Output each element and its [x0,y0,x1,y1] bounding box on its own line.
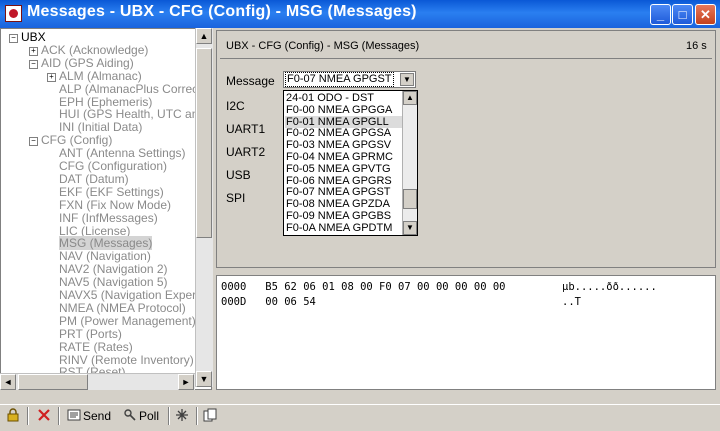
close-button[interactable]: ✕ [695,4,716,25]
dropdown-option[interactable]: F0-00 NMEA GPGGA [285,104,402,116]
delete-icon[interactable] [37,407,53,425]
tree-item-label: DAT (Datum) [59,171,129,186]
dropdown-scroll-thumb[interactable] [403,189,417,209]
app-icon [5,5,22,22]
hex-bytes: B5 62 06 01 08 00 F0 07 00 00 00 00 00 [265,281,506,293]
expand-icon[interactable]: + [47,72,56,82]
dropdown-scrollbar[interactable]: ▲ ▼ [402,91,417,235]
hex-bytes: 00 06 54 [265,296,316,308]
tree-item-label: HUI (GPS Health, UTC and [59,107,206,122]
tree-item-label: NAVX5 (Navigation Exper [59,288,197,302]
maximize-button[interactable]: □ [672,4,693,25]
scroll-up-icon[interactable]: ▲ [196,28,212,44]
panel-header-time: 16 s [686,40,707,52]
message-tree[interactable]: − UBX + ACK (Acknowledge) − AID (GPS Aiding) +… [0,28,212,390]
hex-address: 000D [221,296,247,308]
toolbar-separator [196,407,198,425]
dropdown-scroll-up-icon[interactable]: ▲ [403,91,417,105]
hscroll-thumb[interactable] [18,374,88,390]
dropdown-option[interactable]: F0-03 NMEA GPGSV [285,139,402,151]
hex-ascii: ..T [562,296,581,308]
hex-line: 000D 00 06 54 [221,296,316,308]
tree-item-label: MSG (Messages) [59,236,153,251]
tree-item-label: INF (InfMessages) [59,210,158,225]
window-title: Messages - UBX - CFG (Config) - MSG (Mes… [27,3,417,20]
port-label-uart1: UART1 [226,122,266,136]
tree-item-label: EKF (EKF Settings) [59,184,164,199]
tree-item-label: RINV (Remote Inventory) [59,352,194,367]
scroll-left-icon[interactable]: ◄ [0,374,16,390]
tree-item-label: CFG (Configuration) [59,159,168,173]
tree-item-label: CFG (Config) [41,133,113,148]
tree-item-label: ALM (Almanac) [59,68,142,83]
toolbar-separator [58,407,60,425]
message-select[interactable]: F0-07 NMEA GPGST ▼ [283,71,416,88]
port-label-i2c: I2C [226,99,245,113]
lock-icon[interactable] [6,407,22,425]
tree-horizontal-scrollbar[interactable]: ◄ ► [0,373,195,390]
autopoll-icon[interactable] [175,407,191,425]
copy-icon[interactable] [203,407,219,425]
collapse-icon[interactable]: − [9,34,18,43]
poll-button[interactable]: Poll [123,407,159,425]
poll-icon [124,409,136,421]
port-label-uart2: UART2 [226,145,266,159]
tree-item-label: ALP (AlmanacPlus Correc [59,81,199,96]
message-label: Message [226,74,275,88]
send-label: Send [83,409,112,423]
dropdown-option[interactable]: F0-02 NMEA GPGSA [285,127,402,139]
dropdown-option[interactable]: F0-01 NMEA GPGLL [285,115,402,128]
poll-label: Poll [139,409,160,423]
dropdown-option[interactable]: F0-08 NMEA GPZDA [285,198,402,210]
tree-item-label: PRT (Ports) [59,326,122,341]
chevron-down-icon[interactable]: ▼ [400,73,414,86]
tree-item-label: NAV2 (Navigation 2) [59,262,168,277]
tree-item-label: LIC (License) [59,223,131,238]
panel-header-title: UBX - CFG (Config) - MSG (Messages) [226,40,420,52]
tree-item-label: NAV (Navigation) [59,249,151,264]
dropdown-scroll-down-icon[interactable]: ▼ [403,221,417,235]
dropdown-option[interactable]: F0-0A NMEA GPDTM [285,222,402,234]
tree-item-label: NMEA (NMEA Protocol) [59,300,186,315]
dropdown-option[interactable]: F0-04 NMEA GPRMC [285,151,402,163]
tree-item-label: RATE (Rates) [59,339,133,354]
toolbar-separator [27,407,29,425]
send-button[interactable]: Send [67,407,111,425]
expand-icon[interactable]: + [29,46,38,56]
messages-window: Messages - UBX - CFG (Config) - MSG (Mes… [0,0,720,431]
tree-item-label: AID (GPS Aiding) [41,55,134,70]
minimize-button[interactable]: _ [650,4,671,25]
scroll-down-icon[interactable]: ▼ [196,371,212,387]
tree-item-label: ANT (Antenna Settings) [59,146,186,161]
dropdown-option[interactable]: F0-07 NMEA GPGST [285,186,402,198]
tree-item-label: INI (Initial Data) [59,120,143,135]
message-dropdown-list[interactable]: ▲ ▼ 24-01 ODO - DST F0-00 NMEA GPGGA F0-01… [283,90,418,236]
header-divider [220,58,712,59]
toolbar-separator [168,407,170,425]
collapse-icon[interactable]: − [29,59,38,69]
scroll-right-icon[interactable]: ► [178,374,194,390]
dropdown-option[interactable]: F0-06 NMEA GPGRS [285,175,402,187]
collapse-icon[interactable]: − [29,137,38,147]
scroll-thumb[interactable] [196,48,212,238]
dropdown-option[interactable]: 24-01 ODO - DST [285,92,402,104]
tree-vertical-scrollbar[interactable]: ▲ ▼ [195,28,213,387]
tree-item-label: UBX [21,30,46,44]
message-select-value: F0-07 NMEA GPGST [285,72,394,87]
hex-address: 0000 [221,281,247,293]
tree-item-label: ACK (Acknowledge) [41,42,149,57]
title-bar[interactable]: Messages - UBX - CFG (Config) - MSG (Mes… [0,0,720,28]
port-label-usb: USB [226,168,251,182]
hex-line: 0000 B5 62 06 01 08 00 F0 07 00 00 00 00… [221,281,505,293]
tree-item-label: EPH (Ephemeris) [59,94,153,109]
dropdown-option[interactable]: F0-05 NMEA GPVTG [285,163,402,175]
tree-item-label: NAV5 (Navigation 5) [59,275,168,290]
send-icon [67,409,81,421]
port-label-spi: SPI [226,191,246,205]
hex-ascii: µb.....ðð...... [562,281,657,293]
dropdown-option[interactable]: F0-09 NMEA GPGBS [285,210,402,222]
tree-item-label: PM (Power Management) [59,313,196,328]
tree-item-label: FXN (Fix Now Mode) [59,197,172,212]
